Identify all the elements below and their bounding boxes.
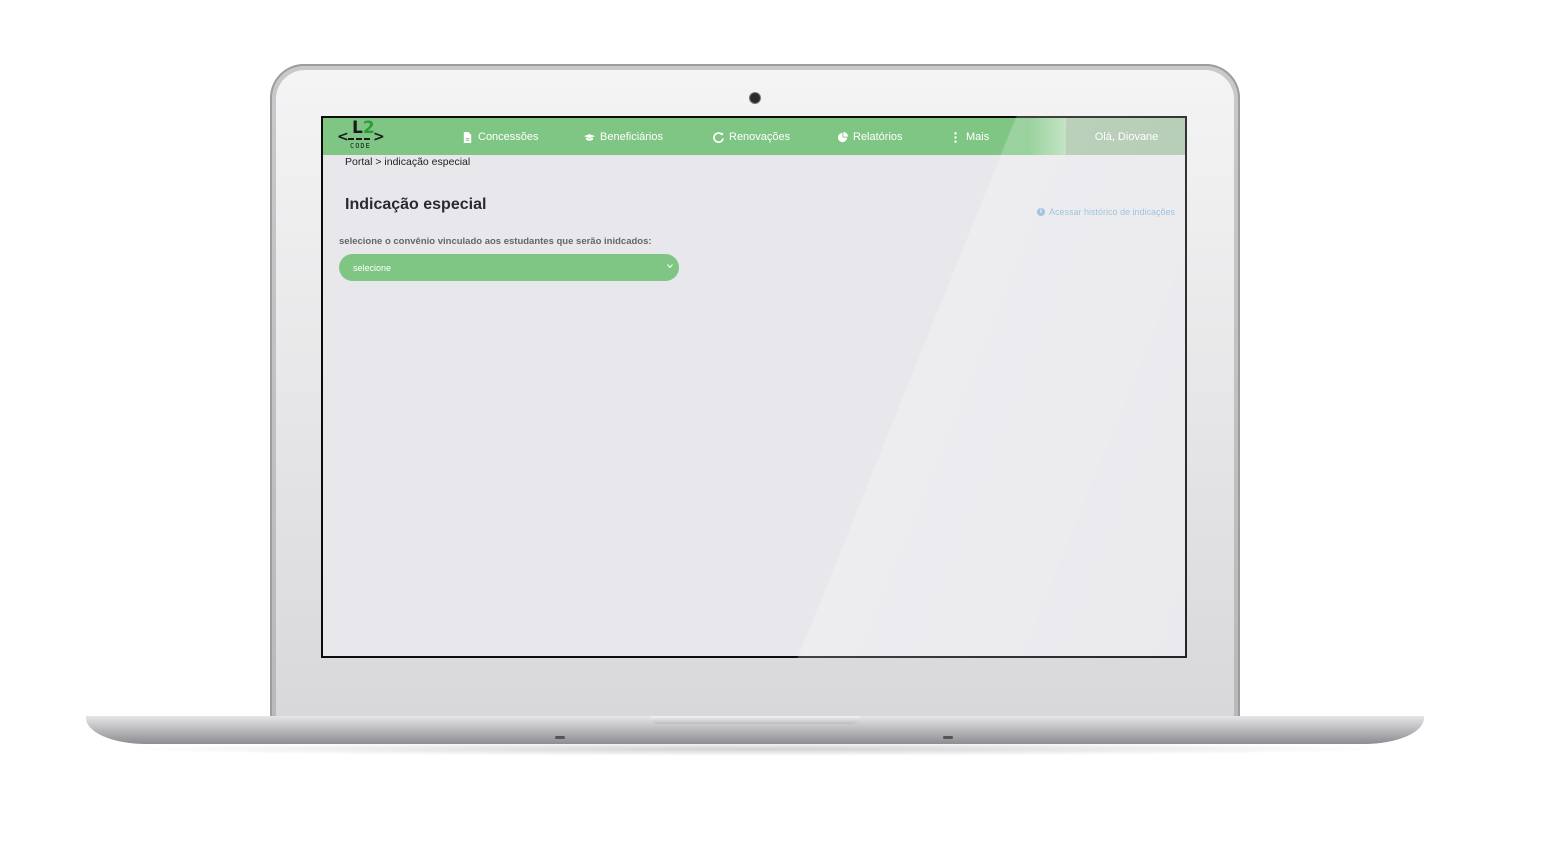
- laptop-foot: [943, 736, 953, 739]
- page-title: Indicação especial: [345, 196, 487, 213]
- laptop-notch: [650, 716, 860, 724]
- nav-label: Relatórios: [853, 131, 903, 143]
- laptop-shadow: [110, 742, 1400, 756]
- chevron-down-icon: [667, 264, 673, 269]
- logo-dash: [348, 138, 370, 140]
- nav-label: Concessões: [478, 131, 539, 143]
- screen: < L2 > CODE Concessões Beneficiários Ren…: [321, 116, 1187, 658]
- nav-item-renovacoes[interactable]: Renovações: [713, 128, 790, 146]
- pie-chart-icon: [837, 131, 848, 142]
- document-icon: [463, 131, 472, 143]
- nav-label: Beneficiários: [600, 131, 663, 143]
- breadcrumb[interactable]: Portal > indicação especial: [345, 156, 470, 168]
- nav-item-relatorios[interactable]: Relatórios: [837, 128, 903, 146]
- vertical-dots-icon: [954, 131, 957, 143]
- info-icon: i: [1036, 208, 1045, 216]
- graduation-cap-icon: [584, 133, 595, 141]
- logo-digits: L2: [352, 118, 375, 138]
- nav-item-mais[interactable]: Mais: [950, 128, 989, 146]
- logo-left-bracket: <: [337, 129, 349, 145]
- history-link[interactable]: i Acessar histórico de indicações: [1036, 207, 1175, 217]
- convenio-select-label: selecione o convênio vinculado aos estud…: [339, 236, 652, 247]
- logo-right-bracket: >: [373, 129, 385, 145]
- logo-subtext: CODE: [350, 142, 371, 150]
- top-navigation-bar: < L2 > CODE Concessões Beneficiários Ren…: [323, 118, 1185, 155]
- refresh-icon: [713, 131, 724, 143]
- nav-glare: [1029, 118, 1069, 155]
- nav-label: Mais: [966, 131, 990, 143]
- nav-label: Renovações: [729, 131, 791, 143]
- logo-digit-1: L: [352, 118, 363, 138]
- laptop-foot: [555, 736, 565, 739]
- user-menu[interactable]: Olá, Diovane: [1066, 118, 1185, 155]
- history-link-label: Acessar histórico de indicações: [1048, 207, 1175, 217]
- convenio-select[interactable]: selecione: [339, 254, 679, 281]
- nav-item-beneficiarios[interactable]: Beneficiários: [584, 128, 663, 146]
- l2-code-logo[interactable]: < L2 > CODE: [337, 118, 385, 154]
- user-greeting: Olá, Diovane: [1094, 130, 1159, 143]
- select-value: selecione: [353, 262, 392, 273]
- webcam-icon: [750, 93, 760, 103]
- nav-item-concessoes[interactable]: Concessões: [462, 128, 539, 146]
